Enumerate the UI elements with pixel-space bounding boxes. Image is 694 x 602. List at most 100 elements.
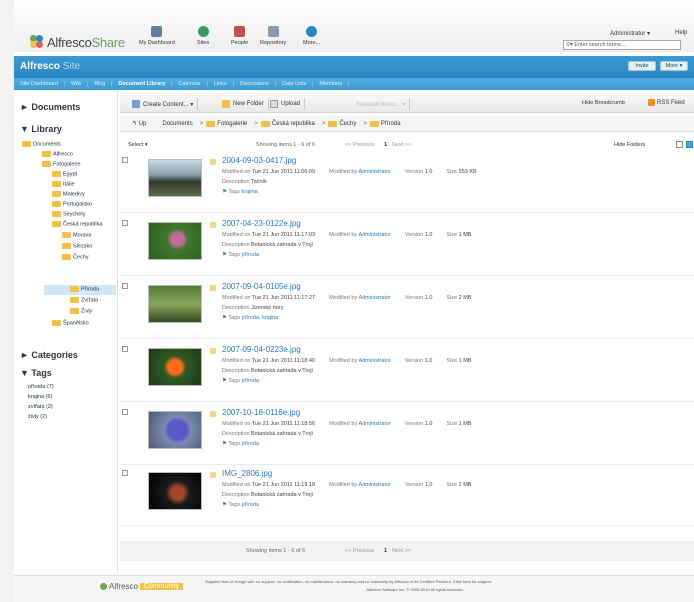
tag-link[interactable]: živly (2) — [28, 412, 54, 422]
favourite-icon[interactable] — [210, 411, 216, 417]
upload-button[interactable]: Upload — [266, 98, 306, 110]
simple-view-icon[interactable] — [676, 141, 683, 148]
row-checkbox[interactable] — [122, 346, 128, 352]
tag-link[interactable]: příroda (7) — [28, 382, 54, 392]
tag-link[interactable]: příroda — [242, 252, 259, 258]
next-link-bottom[interactable]: Next >> — [392, 548, 411, 554]
tree-item-documents[interactable]: Documents — [22, 141, 61, 147]
tag-link[interactable]: příroda — [242, 378, 259, 384]
document-name[interactable]: 2007-10-18-0116e.jpg — [222, 408, 300, 417]
tree-item-priroda[interactable]: Příroda — [70, 286, 99, 292]
favourite-icon[interactable] — [210, 472, 216, 478]
crumb-fotogalerie[interactable]: Fotogalerie — [206, 120, 247, 127]
detailed-view-icon[interactable] — [686, 141, 693, 148]
tag-link[interactable]: zvířata (2) — [28, 402, 54, 412]
footer-disclaimer[interactable]: Supplied free of charge with no support,… — [205, 579, 625, 584]
tree-item-maledivy[interactable]: Maledivy — [52, 191, 85, 197]
document-thumbnail[interactable] — [148, 222, 202, 260]
site-tab[interactable]: Document Library — [112, 81, 173, 87]
document-thumbnail[interactable] — [148, 159, 202, 197]
page-number[interactable]: 1 — [384, 142, 387, 148]
nav-repository[interactable]: Repository — [260, 26, 286, 46]
table-row[interactable]: IMG_2806.jpg Modified on Tue 21 Jun 2011 … — [120, 466, 694, 526]
search-input[interactable]: ⚲▾ Enter search terms... — [563, 40, 681, 50]
modifier-link[interactable]: Administrator — [358, 358, 390, 364]
library-section-header[interactable]: ▼ Library — [20, 124, 62, 134]
modifier-link[interactable]: Administrator — [358, 169, 390, 175]
tree-item-spanelsko[interactable]: Španělsko — [52, 320, 89, 326]
new-folder-button[interactable]: New Folder — [218, 98, 269, 110]
site-tab[interactable]: Members — [313, 81, 350, 87]
alfresco-logo[interactable]: AlfrescoShare — [30, 34, 125, 50]
document-thumbnail[interactable] — [148, 472, 202, 510]
tag-link[interactable]: krajina (6) — [28, 392, 54, 402]
nav-my-dashboard[interactable]: My Dashboard — [139, 26, 175, 46]
modifier-link[interactable]: Administrator — [358, 482, 390, 488]
tree-item-zvirata[interactable]: Zvířata — [70, 297, 98, 303]
tree-item-seychely[interactable]: Seychely — [52, 211, 85, 217]
tree-item-egypt[interactable]: Egypt — [52, 171, 77, 177]
tree-item-portugalsko[interactable]: Portugalsko — [52, 201, 92, 207]
nav-sites[interactable]: Sites — [197, 26, 209, 46]
site-tab[interactable]: Links — [208, 81, 234, 87]
crumb-ceska-republika[interactable]: Česká republika — [260, 120, 315, 127]
table-row[interactable]: 2007-09-04-0105e.jpg Modified on Tue 21 J… — [120, 279, 694, 339]
site-tab[interactable]: Data Lists — [276, 81, 314, 87]
crumb-priroda[interactable]: Příroda — [369, 120, 401, 127]
hide-folders-link[interactable]: Hide Folders — [614, 142, 645, 148]
categories-section-header[interactable]: ► Categories — [20, 350, 78, 360]
tree-item-fotogalerie[interactable]: Fotogalerie — [42, 161, 81, 167]
document-thumbnail[interactable] — [148, 411, 202, 449]
nav-people[interactable]: People — [231, 26, 248, 46]
selected-items-button[interactable]: Selected Items... ▾ — [352, 98, 411, 110]
tag-link[interactable]: příroda — [242, 441, 259, 447]
next-link[interactable]: Next >> — [392, 142, 411, 148]
modifier-link[interactable]: Administrator — [358, 421, 390, 427]
row-checkbox[interactable] — [122, 409, 128, 415]
crumb-documents[interactable]: Documents — [162, 121, 192, 127]
tree-item-cechy[interactable]: Čechy — [62, 254, 89, 260]
row-checkbox[interactable] — [122, 283, 128, 289]
site-tab[interactable]: Blog — [88, 81, 113, 87]
create-content-button[interactable]: Create Content... ▾ — [128, 98, 199, 110]
crumb-cechy[interactable]: Čechy — [328, 120, 356, 127]
hide-breadcrumb-link[interactable]: Hide Breadcrumb — [582, 100, 625, 106]
tree-item-morava[interactable]: Morava — [62, 232, 91, 238]
site-tab[interactable]: Wiki — [65, 81, 89, 87]
row-checkbox[interactable] — [122, 470, 128, 476]
tree-item-alfresco[interactable]: Alfresco — [42, 151, 73, 157]
document-thumbnail[interactable] — [148, 285, 202, 323]
site-tab[interactable]: Site Dashboard — [14, 81, 65, 87]
footer-logo[interactable]: Alfresco Community — [100, 582, 184, 591]
row-checkbox[interactable] — [122, 220, 128, 226]
document-thumbnail[interactable] — [148, 348, 202, 386]
tree-item-italie[interactable]: Itálie — [52, 181, 75, 187]
tags-section-header[interactable]: ▼ Tags — [20, 368, 52, 378]
table-row[interactable]: 2007-10-18-0116e.jpg Modified on Tue 21 J… — [120, 405, 694, 465]
favourite-icon[interactable] — [210, 285, 216, 291]
up-button[interactable]: ↰ Up — [132, 120, 146, 128]
table-row[interactable]: 2007-09-04-0223e.jpg Modified on Tue 21 J… — [120, 342, 694, 402]
nav-more[interactable]: More... — [303, 26, 320, 46]
favourite-icon[interactable] — [210, 159, 216, 165]
page-number-bottom[interactable]: 1 — [384, 548, 387, 554]
document-name[interactable]: 2007-09-04-0223e.jpg — [222, 345, 301, 354]
table-row[interactable]: 2004-09-03-0417.jpg Modified on Tue 21 Ju… — [120, 153, 694, 213]
user-menu[interactable]: Administrator ▾ — [610, 30, 650, 37]
modifier-link[interactable]: Administrator — [358, 295, 390, 301]
help-link[interactable]: Help — [675, 30, 687, 36]
invite-button[interactable]: Invite — [628, 61, 656, 71]
tree-item-slezsko[interactable]: Slezsko — [62, 243, 92, 249]
table-row[interactable]: 2007-04-23-0122e.jpg Modified on Tue 21 J… — [120, 216, 694, 276]
row-checkbox[interactable] — [122, 157, 128, 163]
previous-link[interactable]: << Previous — [345, 142, 374, 148]
select-menu[interactable]: Select ▾ — [128, 142, 148, 148]
documents-section-header[interactable]: ► Documents — [20, 102, 80, 112]
site-tab[interactable]: Calendar — [172, 81, 208, 87]
document-name[interactable]: 2004-09-03-0417.jpg — [222, 156, 296, 165]
tag-link[interactable]: příroda, krajina — [242, 315, 279, 321]
more-button[interactable]: More ▾ — [660, 61, 688, 71]
modifier-link[interactable]: Administrator — [358, 232, 390, 238]
favourite-icon[interactable] — [210, 222, 216, 228]
tree-item-ceska-republika[interactable]: Česká republika — [52, 221, 102, 227]
